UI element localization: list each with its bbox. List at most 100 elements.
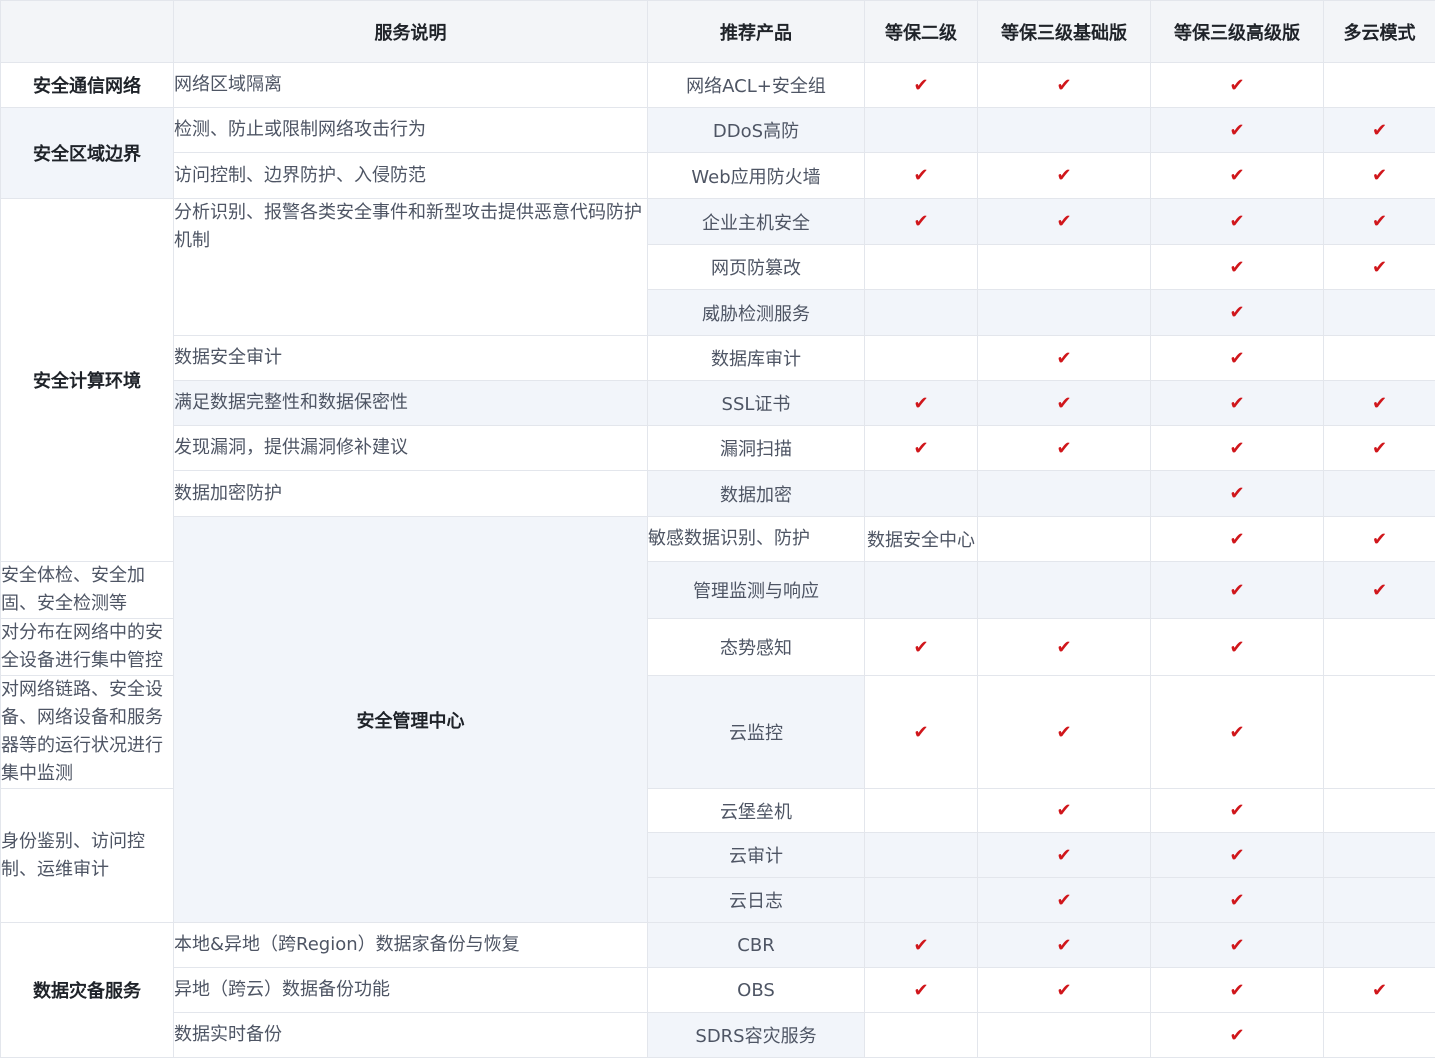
check-cell: ✔ <box>1324 108 1435 153</box>
description-cell: 本地&异地（跨Region）数据家备份与恢复 <box>174 923 648 968</box>
description-cell: 分析识别、报警各类安全事件和新型攻击提供恶意代码防护机制 <box>174 199 648 336</box>
product-cell: 云堡垒机 <box>648 789 865 833</box>
product-cell: SDRS容灾服务 <box>648 1013 865 1058</box>
check-cell: ✔ <box>865 968 978 1013</box>
check-cell: ✔ <box>1324 153 1435 199</box>
checkmark-icon: ✔ <box>913 393 928 414</box>
check-cell <box>1324 63 1435 108</box>
check-cell <box>978 245 1151 290</box>
checkmark-icon: ✔ <box>1372 393 1387 414</box>
header-row: 服务说明 推荐产品 等保二级 等保三级基础版 等保三级高级版 多云模式 <box>1 1 1435 63</box>
header-recommended-product: 推荐产品 <box>648 1 865 63</box>
check-cell <box>865 1013 978 1058</box>
checkmark-icon: ✔ <box>1056 348 1071 369</box>
checkmark-icon: ✔ <box>1229 637 1244 658</box>
table-row: 满足数据完整性和数据保密性 SSL证书 ✔ ✔ ✔ ✔ <box>1 381 1435 426</box>
checkmark-icon: ✔ <box>1372 257 1387 278</box>
checkmark-icon: ✔ <box>1056 75 1071 96</box>
checkmark-icon: ✔ <box>1372 529 1387 550</box>
table-row: 发现漏洞，提供漏洞修补建议 漏洞扫描 ✔ ✔ ✔ ✔ <box>1 426 1435 471</box>
header-multicloud: 多云模式 <box>1324 1 1435 63</box>
header-level2: 等保二级 <box>865 1 978 63</box>
table-row: 数据灾备服务 本地&异地（跨Region）数据家备份与恢复 CBR ✔ ✔ ✔ <box>1 923 1435 968</box>
check-cell <box>978 290 1151 336</box>
check-cell: ✔ <box>978 676 1151 789</box>
product-cell: 数据库审计 <box>648 336 865 381</box>
check-cell: ✔ <box>978 878 1151 923</box>
check-cell: ✔ <box>865 153 978 199</box>
check-cell: ✔ <box>1151 336 1324 381</box>
checkmark-icon: ✔ <box>1229 800 1244 821</box>
description-cell: 敏感数据识别、防护 <box>648 517 865 562</box>
check-cell <box>865 471 978 517</box>
check-cell <box>1324 1013 1435 1058</box>
table-row: 数据实时备份 SDRS容灾服务 ✔ <box>1 1013 1435 1058</box>
header-level3-basic: 等保三级基础版 <box>978 1 1151 63</box>
description-cell: 对分布在网络中的安全设备进行集中管控 <box>1 619 174 676</box>
description-cell: 发现漏洞，提供漏洞修补建议 <box>174 426 648 471</box>
checkmark-icon: ✔ <box>1229 483 1244 504</box>
checkmark-icon: ✔ <box>1056 637 1071 658</box>
checkmark-icon: ✔ <box>1372 580 1387 601</box>
checkmark-icon: ✔ <box>913 438 928 459</box>
check-cell: ✔ <box>978 789 1151 833</box>
product-cell: OBS <box>648 968 865 1013</box>
check-cell: ✔ <box>865 676 978 789</box>
check-cell: ✔ <box>978 426 1151 471</box>
check-cell: ✔ <box>1324 562 1435 619</box>
check-cell <box>865 789 978 833</box>
checkmark-icon: ✔ <box>913 722 928 743</box>
check-cell: ✔ <box>1324 381 1435 426</box>
checkmark-icon: ✔ <box>1056 438 1071 459</box>
check-cell <box>1324 833 1435 878</box>
header-category <box>1 1 174 63</box>
check-cell: ✔ <box>1151 878 1324 923</box>
check-cell: ✔ <box>978 153 1151 199</box>
description-cell: 检测、防止或限制网络攻击行为 <box>174 108 648 153</box>
product-cell: 网络ACL+安全组 <box>648 63 865 108</box>
checkmark-icon: ✔ <box>1056 980 1071 1001</box>
checkmark-icon: ✔ <box>1056 393 1071 414</box>
checkmark-icon: ✔ <box>1056 165 1071 186</box>
check-cell: ✔ <box>1324 199 1435 245</box>
checkmark-icon: ✔ <box>1229 165 1244 186</box>
product-cell: 数据安全中心 <box>865 517 978 562</box>
check-cell: ✔ <box>1151 199 1324 245</box>
check-cell <box>1324 789 1435 833</box>
check-cell: ✔ <box>978 336 1151 381</box>
check-cell <box>978 108 1151 153</box>
check-cell: ✔ <box>865 619 978 676</box>
checkmark-icon: ✔ <box>913 935 928 956</box>
checkmark-icon: ✔ <box>1229 1025 1244 1046</box>
checkmark-icon: ✔ <box>913 637 928 658</box>
check-cell <box>1324 290 1435 336</box>
check-cell: ✔ <box>1151 562 1324 619</box>
product-cell: 云监控 <box>648 676 865 789</box>
check-cell <box>865 562 978 619</box>
check-cell: ✔ <box>865 923 978 968</box>
checkmark-icon: ✔ <box>1056 890 1071 911</box>
product-cell: 企业主机安全 <box>648 199 865 245</box>
category-cell: 安全通信网络 <box>1 63 174 108</box>
checkmark-icon: ✔ <box>1229 302 1244 323</box>
check-cell <box>1324 878 1435 923</box>
check-cell: ✔ <box>1324 968 1435 1013</box>
check-cell: ✔ <box>865 381 978 426</box>
table-row: 安全区域边界 检测、防止或限制网络攻击行为 DDoS高防 ✔ ✔ <box>1 108 1435 153</box>
product-cell: 威胁检测服务 <box>648 290 865 336</box>
checkmark-icon: ✔ <box>1229 845 1244 866</box>
check-cell: ✔ <box>1151 1013 1324 1058</box>
check-cell: ✔ <box>1151 517 1324 562</box>
checkmark-icon: ✔ <box>1056 800 1071 821</box>
checkmark-icon: ✔ <box>1056 845 1071 866</box>
compliance-product-table: 服务说明 推荐产品 等保二级 等保三级基础版 等保三级高级版 多云模式 安全通信… <box>0 0 1435 1058</box>
checkmark-icon: ✔ <box>1229 211 1244 232</box>
check-cell: ✔ <box>1151 676 1324 789</box>
check-cell: ✔ <box>865 199 978 245</box>
checkmark-icon: ✔ <box>913 165 928 186</box>
description-cell: 数据安全审计 <box>174 336 648 381</box>
header-service-description: 服务说明 <box>174 1 648 63</box>
checkmark-icon: ✔ <box>1056 722 1071 743</box>
check-cell: ✔ <box>1151 108 1324 153</box>
table-row: 安全通信网络 网络区域隔离 网络ACL+安全组 ✔ ✔ ✔ <box>1 63 1435 108</box>
